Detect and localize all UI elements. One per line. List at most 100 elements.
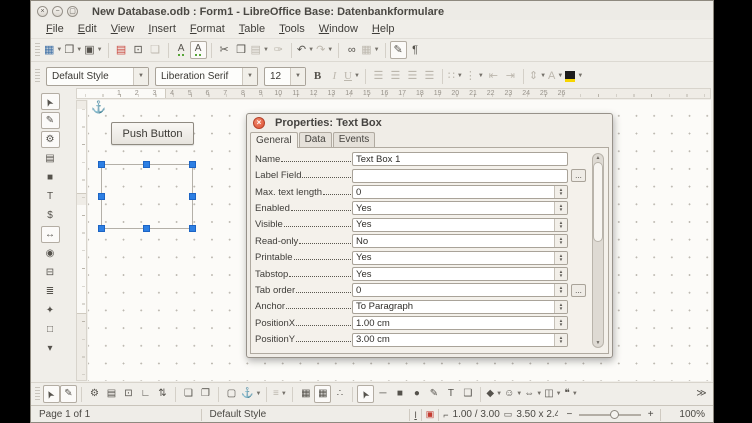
toolbar-grip[interactable] (35, 387, 40, 401)
chevron-down-icon[interactable]: ▼ (242, 68, 257, 85)
design-mode-button[interactable]: ✎ (390, 41, 407, 59)
font-name-combobox[interactable]: Liberation Serif ▼ (155, 67, 258, 86)
anchor-spinner[interactable]: ▲▼ (554, 301, 567, 313)
position-y-field[interactable]: 3.00 cm▲▼ (352, 333, 568, 347)
position-x-field[interactable]: 1.00 cm▲▼ (352, 316, 568, 330)
document-modified-icon[interactable]: ▣ (422, 409, 439, 420)
cut-button[interactable]: ✂ (216, 41, 233, 59)
export-pdf-button[interactable]: ▤ (113, 41, 130, 59)
group-box-button[interactable]: □ (41, 321, 60, 338)
resize-handle-ne[interactable] (189, 161, 196, 168)
paste-button[interactable]: ▤▼ (250, 41, 270, 59)
menu-help[interactable]: Help (365, 21, 402, 37)
page-style-status[interactable]: Default Style (201, 409, 409, 420)
menu-tools[interactable]: Tools (272, 21, 312, 37)
insert-hyperlink-button[interactable]: ∞ (343, 41, 360, 59)
dialog-title-bar[interactable]: × Properties: Text Box (247, 114, 612, 130)
save-button[interactable]: ▣▼ (83, 41, 103, 59)
menu-view[interactable]: View (104, 21, 142, 37)
menu-table[interactable]: Table (232, 21, 272, 37)
resize-handle-nw[interactable] (98, 161, 105, 168)
print-preview-button[interactable]: ❏ (147, 41, 164, 59)
form-button[interactable]: ▤ (41, 150, 60, 167)
vertical-ruler[interactable] (76, 100, 87, 381)
zoom-in-button[interactable]: + (646, 409, 660, 420)
insert-mode-icon[interactable]: I (410, 410, 421, 420)
toolbar-grip[interactable] (35, 69, 40, 83)
print-button[interactable]: ⊡ (130, 41, 147, 59)
scroll-up-icon[interactable]: ▲ (593, 155, 603, 161)
anchor-field[interactable]: To Paragraph▲▼ (352, 300, 568, 314)
change-anchor-button[interactable]: ⚓▼ (240, 385, 262, 403)
resize-handle-se[interactable] (189, 225, 196, 232)
resize-handle-sw[interactable] (98, 225, 105, 232)
italic-button[interactable]: I (326, 67, 343, 85)
zoom-out-button[interactable]: − (558, 409, 574, 420)
image-button-button[interactable]: ■ (41, 169, 60, 186)
position-and-size-button[interactable]: ∟ (137, 385, 154, 403)
callouts-button[interactable]: ❝▼ (563, 385, 580, 403)
scrollbar-thumb[interactable] (593, 162, 603, 242)
symbol-shapes-button[interactable]: ☺▼ (503, 385, 523, 403)
list-box-button[interactable]: ≣ (41, 283, 60, 300)
menu-edit[interactable]: Edit (71, 21, 104, 37)
chevron-down-icon[interactable]: ▼ (290, 68, 305, 85)
tab-events[interactable]: Events (333, 132, 376, 147)
max-text-length-spinner[interactable]: ▲▼ (554, 186, 567, 198)
maximize-window-button[interactable]: ▢ (67, 6, 78, 17)
helplines-while-moving-button[interactable]: ∴ (331, 385, 348, 403)
close-window-button[interactable]: × (37, 6, 48, 17)
underline-button[interactable]: U▼ (343, 67, 361, 85)
read-only-field[interactable]: No▲▼ (352, 234, 568, 248)
snap-to-grid-button[interactable]: ▦ (314, 385, 331, 403)
select-draw-button[interactable]: ➤ (357, 385, 374, 403)
insert-text-box-button[interactable]: T (442, 385, 459, 403)
max-text-length-field[interactable]: 0▲▼ (352, 185, 568, 199)
display-grid-button[interactable]: ▦ (297, 385, 314, 403)
align-center-button[interactable]: ☰ (387, 67, 404, 85)
font-size-combobox[interactable]: 12 ▼ (264, 67, 306, 86)
basic-shapes-button[interactable]: ◆▼ (485, 385, 503, 403)
flowchart-button[interactable]: ◫▼ (543, 385, 562, 403)
activation-order-button[interactable]: ⇅ (154, 385, 171, 403)
formatted-field-button[interactable]: ✦ (41, 302, 60, 319)
tab-order-browse-button[interactable]: ... (571, 284, 586, 297)
undo-button[interactable]: ↶▼ (296, 41, 315, 59)
zoom-slider-thumb[interactable] (610, 410, 619, 419)
object-size-status[interactable]: 3.50 x 2.4 (516, 409, 558, 420)
character-highlighting-button[interactable]: A▼ (547, 67, 564, 85)
toolbar-grip[interactable] (35, 43, 40, 57)
printable-field[interactable]: Yes▲▼ (352, 251, 568, 265)
control-wizards-button[interactable]: ⚙ (41, 131, 60, 148)
currency-field-button[interactable]: $ (41, 207, 60, 224)
horizontal-ruler[interactable]: 1234567891011121314151617181920212223242… (76, 88, 711, 99)
minimize-window-button[interactable]: − (52, 6, 63, 17)
resize-handle-w[interactable] (98, 193, 105, 200)
label-field-browse-button[interactable]: ... (571, 169, 586, 182)
freeform-line-button[interactable]: ✎ (425, 385, 442, 403)
enabled-spinner[interactable]: ▲▼ (554, 202, 567, 214)
visible-spinner[interactable]: ▲▼ (554, 219, 567, 231)
position-x-spinner[interactable]: ▲▼ (554, 317, 567, 329)
ellipse-button[interactable]: ● (408, 385, 425, 403)
paragraph-style-combobox[interactable]: Default Style ▼ (46, 67, 149, 86)
line-spacing-button[interactable]: ⇕▼ (528, 67, 547, 85)
dialog-scrollbar[interactable]: ▲ ▼ (592, 153, 604, 348)
ordered-list-button[interactable]: ⋮▼ (464, 67, 485, 85)
design-mode-button[interactable]: ✎ (60, 385, 77, 403)
tab-order-spinner[interactable]: ▲▼ (554, 284, 567, 296)
formatting-marks-button[interactable]: ¶ (407, 41, 424, 59)
object-position-status[interactable]: 1.00 / 3.00 (453, 409, 500, 420)
visible-field[interactable]: Yes▲▼ (352, 218, 568, 232)
tab-data[interactable]: Data (299, 132, 332, 147)
option-button-button[interactable]: ◉ (41, 245, 60, 262)
justified-button[interactable]: ☰ (421, 67, 438, 85)
dialog-close-icon[interactable]: × (253, 117, 265, 129)
toolbar-overflow-button[interactable]: ≫ (693, 385, 710, 403)
label-field-button[interactable]: T (41, 188, 60, 205)
control-properties-button[interactable]: ⊡ (120, 385, 137, 403)
decrease-indent-button[interactable]: ⇤ (485, 67, 502, 85)
copy-button[interactable]: ❒ (233, 41, 250, 59)
transformations-button[interactable]: ▢ (223, 385, 240, 403)
design-mode-button[interactable]: ✎ (41, 112, 60, 129)
